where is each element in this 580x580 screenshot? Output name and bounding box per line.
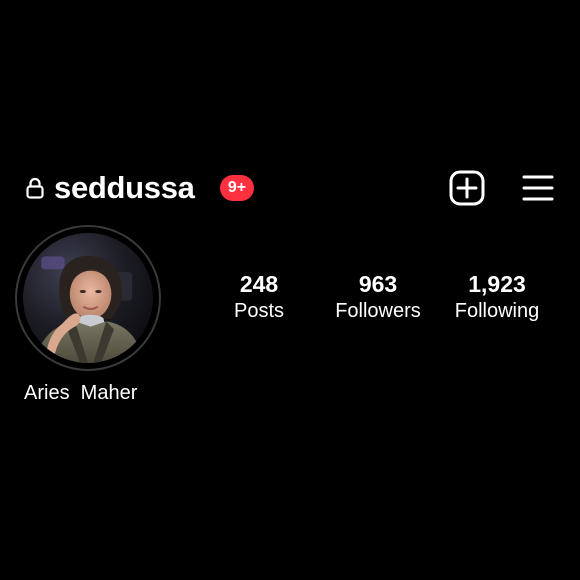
following-count: 1,923 xyxy=(468,271,526,297)
avatar-ring[interactable] xyxy=(15,225,161,371)
following-stat[interactable]: 1,923 Following xyxy=(437,270,557,324)
followers-stat[interactable]: 963 Followers xyxy=(318,270,438,324)
add-square-icon[interactable] xyxy=(449,170,485,206)
posts-label: Posts xyxy=(233,300,285,322)
lock-icon xyxy=(26,177,44,199)
display-name: Aries Maher xyxy=(24,382,138,404)
followers-count: 963 xyxy=(358,271,398,297)
notification-badge[interactable]: 9+ xyxy=(220,175,254,201)
hamburger-menu-icon[interactable] xyxy=(521,172,555,204)
posts-count: 248 xyxy=(239,271,279,297)
posts-stat[interactable]: 248 Posts xyxy=(199,270,319,324)
avatar[interactable] xyxy=(23,233,153,363)
profile-header: seddussa 9+ xyxy=(0,166,580,210)
profile-photo xyxy=(23,233,153,363)
followers-label: Followers xyxy=(335,300,421,322)
following-label: Following xyxy=(454,300,540,322)
username[interactable]: seddussa xyxy=(54,169,195,207)
